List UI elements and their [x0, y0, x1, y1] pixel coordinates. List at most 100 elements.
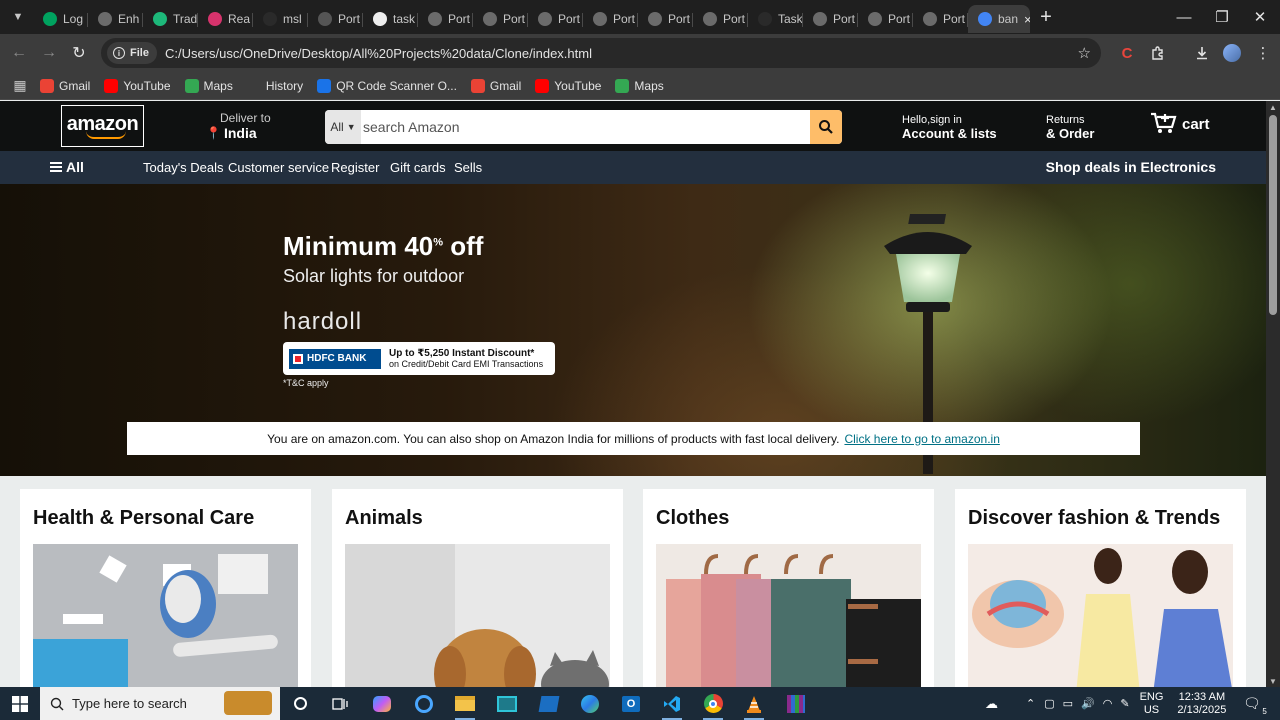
back-icon[interactable]: ←: [4, 38, 34, 68]
profile-avatar-icon[interactable]: [1221, 42, 1243, 64]
search-category-select[interactable]: All ▼: [325, 110, 361, 144]
battery-icon[interactable]: ▭: [1063, 697, 1073, 710]
close-window-icon[interactable]: ✕: [1241, 0, 1279, 34]
browser-tab[interactable]: Port: [913, 5, 968, 33]
settings-app-icon[interactable]: [407, 690, 441, 717]
bookmark-item[interactable]: Maps: [615, 78, 664, 93]
clothes-image[interactable]: [656, 544, 921, 687]
terminal-app-icon[interactable]: [490, 690, 524, 717]
url-text[interactable]: C:/Users/usc/OneDrive/Desktop/All%20Proj…: [165, 46, 592, 61]
bookmark-item[interactable]: Maps: [184, 78, 233, 93]
scroll-up-icon[interactable]: ▲: [1266, 101, 1280, 113]
browser-tab[interactable]: Port: [418, 5, 473, 33]
taskbar-search[interactable]: Type here to search: [40, 687, 280, 720]
forward-icon[interactable]: →: [34, 38, 64, 68]
site-info-chip[interactable]: i File: [107, 42, 157, 64]
meet-now-icon[interactable]: ▢: [1044, 697, 1054, 710]
amazon-logo[interactable]: amazon: [61, 105, 144, 147]
animals-image[interactable]: [345, 544, 610, 687]
page-scrollbar[interactable]: ▲ ▼: [1266, 101, 1280, 687]
bookmark-star-icon[interactable]: ☆: [1078, 44, 1091, 62]
nav-link-gift-cards[interactable]: Gift cards: [390, 160, 446, 175]
tray-overflow-chevron-icon[interactable]: ⌃: [1026, 697, 1035, 710]
nav-link-todays-deals[interactable]: Today's Deals: [143, 160, 224, 175]
vscode-icon[interactable]: [655, 690, 689, 720]
new-tab-button[interactable]: +: [1032, 3, 1060, 31]
browser-tab[interactable]: Enh: [88, 5, 143, 33]
bookmark-item[interactable]: YouTube: [104, 78, 171, 93]
scroll-down-icon[interactable]: ▼: [1266, 675, 1280, 687]
vlc-icon[interactable]: [737, 690, 771, 720]
category-card-clothes[interactable]: Clothes: [643, 489, 934, 687]
onedrive-icon[interactable]: ☁: [985, 696, 998, 712]
windows-start-icon[interactable]: [0, 687, 40, 720]
search-button[interactable]: [810, 110, 842, 144]
nav-link-register[interactable]: Register: [331, 160, 379, 175]
category-card-health[interactable]: Health & Personal Care: [20, 489, 311, 687]
file-explorer-icon[interactable]: [448, 690, 482, 720]
copilot-icon[interactable]: [365, 690, 399, 717]
notifications-button[interactable]: 🗨 5: [1243, 687, 1267, 720]
address-bar[interactable]: i File C:/Users/usc/OneDrive/Desktop/All…: [101, 38, 1101, 68]
nav-link-customer-service[interactable]: Customer service: [228, 160, 329, 175]
category-card-fashion[interactable]: Discover fashion & Trends: [955, 489, 1246, 687]
tab-active[interactable]: ban ×: [968, 5, 1030, 33]
fashion-trends-image[interactable]: [968, 544, 1233, 687]
deliver-to[interactable]: Deliver to 📍 India: [206, 111, 271, 141]
close-tab-icon[interactable]: ×: [1024, 12, 1030, 27]
browser-tab[interactable]: Port: [583, 5, 638, 33]
network-icon[interactable]: ◠: [1103, 697, 1113, 710]
winrar-icon[interactable]: [779, 690, 813, 717]
browser-tab[interactable]: Port: [308, 5, 363, 33]
downloads-icon[interactable]: [1191, 42, 1213, 64]
bookmark-item[interactable]: Gmail: [40, 78, 90, 93]
news-widget-icon[interactable]: [224, 691, 272, 715]
browser-tab[interactable]: Port: [473, 5, 528, 33]
scroll-thumb[interactable]: [1269, 115, 1277, 315]
browser-tab[interactable]: Log: [33, 5, 88, 33]
category-card-animals[interactable]: Animals: [332, 489, 623, 687]
menu-kebab-icon[interactable]: ⋮: [1252, 42, 1274, 64]
search-input[interactable]: [361, 110, 810, 144]
volume-icon[interactable]: 🔊: [1081, 697, 1095, 710]
browser-tab[interactable]: Task: [748, 5, 803, 33]
nav-link-sells[interactable]: Sells: [454, 160, 482, 175]
browser-tab[interactable]: Port: [693, 5, 748, 33]
cortana-icon[interactable]: [283, 690, 317, 717]
browser-tab[interactable]: task: [363, 5, 418, 33]
health-products-image[interactable]: [33, 544, 298, 687]
all-menu-button[interactable]: All: [50, 159, 84, 175]
bookmark-item[interactable]: History: [246, 78, 303, 93]
browser-tab[interactable]: Trad: [143, 5, 198, 33]
amazon-in-link[interactable]: Click here to go to amazon.in: [844, 432, 999, 446]
store-app-icon[interactable]: [532, 690, 566, 717]
cart-button[interactable]: cart: [1150, 111, 1210, 135]
reload-icon[interactable]: ↻: [64, 38, 94, 68]
browser-tab[interactable]: Rea: [198, 5, 253, 33]
extension-c-icon[interactable]: C: [1116, 42, 1138, 64]
edge-beta-icon[interactable]: [573, 690, 607, 717]
extensions-puzzle-icon[interactable]: [1147, 42, 1169, 64]
bookmark-item[interactable]: QR Code Scanner O...: [317, 78, 457, 93]
outlook-icon[interactable]: O: [614, 690, 648, 717]
offer-line-2: on Credit/Debit Card EMI Transactions: [389, 358, 544, 369]
chrome-icon[interactable]: [696, 690, 730, 720]
clock[interactable]: 12:33 AM 2/13/2025: [1177, 691, 1226, 717]
browser-tab[interactable]: Port: [858, 5, 913, 33]
browser-tab[interactable]: Port: [638, 5, 693, 33]
nav-electronics-deals[interactable]: Shop deals in Electronics: [1046, 159, 1216, 175]
bookmark-item[interactable]: Gmail: [470, 78, 521, 93]
task-view-icon[interactable]: [323, 690, 357, 717]
minimize-icon[interactable]: —: [1165, 0, 1203, 34]
tab-search-icon[interactable]: ▼: [3, 4, 33, 30]
browser-tab[interactable]: Port: [803, 5, 858, 33]
input-language[interactable]: ENG US: [1140, 691, 1164, 717]
account-lists[interactable]: Hello,sign in Account & lists: [902, 114, 997, 141]
browser-tab[interactable]: Port: [528, 5, 583, 33]
pen-icon[interactable]: ✎: [1120, 697, 1129, 710]
browser-tab[interactable]: msl: [253, 5, 308, 33]
maximize-icon[interactable]: ❐: [1203, 0, 1241, 34]
apps-grid-icon[interactable]: ▦: [0, 77, 40, 94]
bookmark-item[interactable]: YouTube: [535, 78, 601, 93]
returns-orders[interactable]: Returns & Order: [1046, 114, 1094, 141]
